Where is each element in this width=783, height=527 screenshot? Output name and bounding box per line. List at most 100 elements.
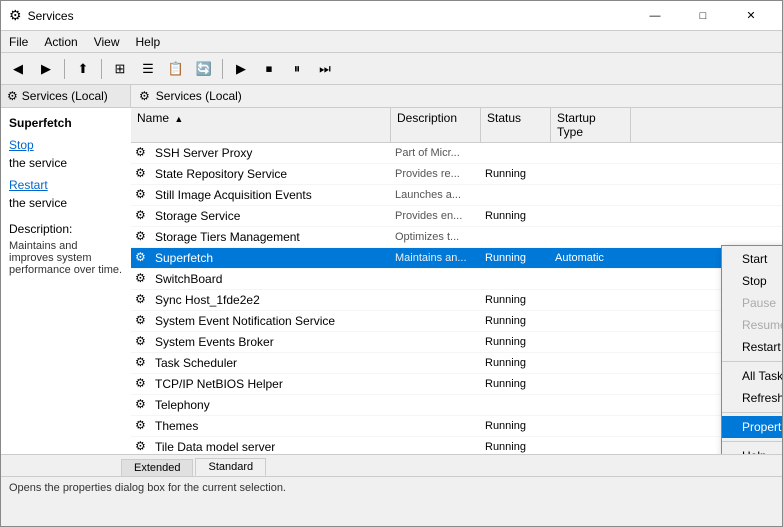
service-icon: ⚙	[135, 187, 151, 203]
service-row[interactable]: ⚙ SwitchBoard	[131, 269, 782, 290]
service-name: Superfetch	[155, 251, 395, 265]
context-menu-item-label: Resume	[742, 318, 782, 332]
service-status: Running	[485, 210, 555, 222]
context-menu-item-start[interactable]: Start	[722, 248, 782, 270]
status-bar: Opens the properties dialog box for the …	[1, 476, 782, 498]
col-header-name[interactable]: Name ▲	[131, 108, 391, 142]
service-name: Storage Service	[155, 209, 395, 223]
context-menu-item-refresh[interactable]: Refresh	[722, 387, 782, 409]
restart-service-link[interactable]: Restart	[9, 178, 123, 192]
start-service-button[interactable]: ▶	[228, 57, 254, 81]
service-row[interactable]: ⚙Task SchedulerRunning	[131, 353, 782, 374]
service-name: Themes	[155, 419, 395, 433]
service-status: Running	[485, 294, 555, 306]
service-name: Task Scheduler	[155, 356, 395, 370]
service-icon: ⚙	[135, 376, 151, 392]
service-row[interactable]: ⚙Tile Data model serverRunning	[131, 437, 782, 454]
stop-service-button[interactable]: ⏹	[256, 57, 282, 81]
context-menu-item-properties[interactable]: Properties	[722, 416, 782, 438]
description-label: Description:	[9, 222, 123, 236]
props-button[interactable]: 📋	[163, 57, 189, 81]
services-area-icon: ⚙	[139, 89, 150, 103]
service-row[interactable]: ⚙ThemesRunning	[131, 416, 782, 437]
show-hide-button[interactable]: ⊞	[107, 57, 133, 81]
service-row[interactable]: ⚙State Repository ServiceProvides re...R…	[131, 164, 782, 185]
tab-standard[interactable]: Standard	[195, 458, 266, 476]
context-menu-item-stop[interactable]: Stop	[722, 270, 782, 292]
menu-help[interactable]: Help	[128, 31, 169, 52]
service-row[interactable]: ⚙System Events BrokerRunning	[131, 332, 782, 353]
col-header-startup[interactable]: Startup Type	[551, 108, 631, 142]
context-menu-item-label: Help	[742, 449, 767, 454]
toolbar: ◀ ▶ ⬆ ⊞ ☰ 📋 🔄 ▶ ⏹ ⏸ ⏭	[1, 53, 782, 85]
service-icon: ⚙	[135, 271, 151, 287]
service-row[interactable]: ⚙ Telephony	[131, 395, 782, 416]
forward-button[interactable]: ▶	[33, 57, 59, 81]
service-row[interactable]: ⚙System Event Notification ServiceRunnin…	[131, 311, 782, 332]
menu-action[interactable]: Action	[36, 31, 85, 52]
stop-service-link[interactable]: Stop	[9, 138, 123, 152]
service-name: System Event Notification Service	[155, 314, 395, 328]
context-menu-item-pause: Pause	[722, 292, 782, 314]
resume-service-button[interactable]: ⏭	[312, 57, 338, 81]
service-icon: ⚙	[135, 250, 151, 266]
service-status: Running	[485, 252, 555, 264]
service-row[interactable]: ⚙ TCP/IP NetBIOS Helper Running	[131, 374, 782, 395]
context-menu-item-label: Pause	[742, 296, 776, 310]
services-list[interactable]: ⚙SSH Server ProxyPart of Micr...⚙State R…	[131, 143, 782, 454]
service-icon: ⚙	[135, 334, 151, 350]
service-description: Part of Micr...	[395, 147, 485, 159]
toolbar-sep-2	[101, 59, 102, 79]
window-title: Services	[28, 9, 74, 23]
minimize-button[interactable]: —	[632, 1, 678, 31]
service-name: Telephony	[155, 398, 395, 412]
column-headers: Name ▲ Description Status Startup Type	[131, 108, 782, 143]
services-area-label: Services (Local)	[156, 89, 242, 103]
context-menu-item-help[interactable]: Help	[722, 445, 782, 454]
service-row[interactable]: ⚙SuperfetchMaintains an...RunningAutomat…	[131, 248, 782, 269]
context-menu-item-label: Properties	[742, 420, 782, 434]
context-menu-item-restart[interactable]: Restart	[722, 336, 782, 358]
context-menu-separator	[722, 412, 782, 413]
sidebar-label: Services (Local)	[22, 89, 108, 103]
service-row[interactable]: ⚙Still Image Acquisition EventsLaunches …	[131, 185, 782, 206]
title-bar: ⚙ Services — □ ✕	[1, 1, 782, 31]
sort-icon: ▲	[174, 114, 183, 124]
service-description: Optimizes t...	[395, 231, 485, 243]
context-menu: StartStop Pause Resume Restart All Tasks▶Ref…	[721, 245, 782, 454]
context-menu-separator	[722, 441, 782, 442]
menu-file[interactable]: File	[1, 31, 36, 52]
tab-extended[interactable]: Extended	[121, 459, 193, 476]
service-icon: ⚙	[135, 355, 151, 371]
close-button[interactable]: ✕	[728, 1, 774, 31]
service-status: Running	[485, 420, 555, 432]
service-name-header: Superfetch	[9, 116, 123, 130]
service-startup-type: Automatic	[555, 252, 635, 264]
list-button[interactable]: ☰	[135, 57, 161, 81]
service-icon: ⚙	[135, 292, 151, 308]
col-header-status[interactable]: Status	[481, 108, 551, 142]
up-button[interactable]: ⬆	[70, 57, 96, 81]
service-status: Running	[485, 378, 555, 390]
context-menu-item-all-tasks[interactable]: All Tasks▶	[722, 365, 782, 387]
back-button[interactable]: ◀	[5, 57, 31, 81]
service-name: TCP/IP NetBIOS Helper	[155, 377, 395, 391]
refresh-button[interactable]: 🔄	[191, 57, 217, 81]
service-row[interactable]: ⚙Storage ServiceProvides en...Running	[131, 206, 782, 227]
col-header-desc[interactable]: Description	[391, 108, 481, 142]
pause-service-button[interactable]: ⏸	[284, 57, 310, 81]
service-icon: ⚙	[135, 439, 151, 454]
sidebar: ⚙ Services (Local) Superfetch Stop the s…	[1, 85, 131, 454]
service-row[interactable]: ⚙SSH Server ProxyPart of Micr...	[131, 143, 782, 164]
service-icon: ⚙	[135, 229, 151, 245]
service-status: Running	[485, 336, 555, 348]
service-row[interactable]: ⚙Sync Host_1fde2e2Running	[131, 290, 782, 311]
service-row[interactable]: ⚙Storage Tiers ManagementOptimizes t...	[131, 227, 782, 248]
menu-view[interactable]: View	[86, 31, 128, 52]
service-icon: ⚙	[135, 397, 151, 413]
service-name: Still Image Acquisition Events	[155, 188, 395, 202]
tabs-bar: ExtendedStandard	[1, 454, 782, 476]
status-text: Opens the properties dialog box for the …	[9, 482, 286, 494]
service-name: SwitchBoard	[155, 272, 395, 286]
maximize-button[interactable]: □	[680, 1, 726, 31]
